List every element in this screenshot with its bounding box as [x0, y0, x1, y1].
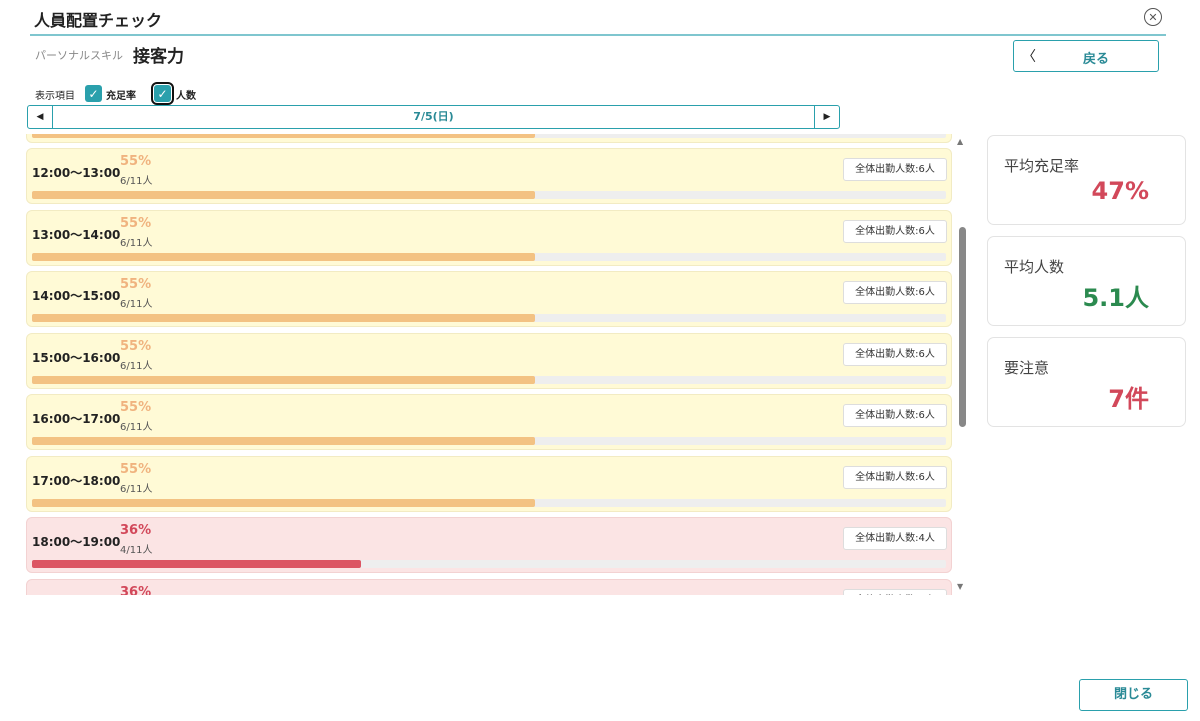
slot-headcount: 4/11人 [120, 545, 153, 556]
scroll-down-arrow-icon[interactable]: ▼ [957, 582, 963, 591]
slot-time: 17:00〜18:00 [32, 473, 121, 488]
total-attendance-badge[interactable]: 全体出勤人数:4人 [843, 527, 947, 550]
time-slot-row[interactable]: 12:00〜13:00 55% 6/11人 全体出勤人数:6人 [26, 148, 952, 204]
fill-progress-track [32, 375, 946, 384]
next-day-button[interactable]: ▶ [814, 105, 840, 129]
time-slot-row[interactable]: 15:00〜16:00 55% 6/11人 全体出勤人数:6人 [26, 332, 952, 389]
total-attendance-badge[interactable]: 全体出勤人数:6人 [843, 219, 947, 243]
scrollbar-thumb[interactable] [959, 227, 966, 427]
prev-day-button[interactable]: ◀ [27, 105, 53, 129]
total-attendance-badge[interactable]: 全体出勤人数:6人 [843, 281, 947, 304]
time-slot-row[interactable]: 17:00〜18:00 55% 6/11人 全体出勤人数:6人 [26, 455, 952, 512]
total-attendance-badge[interactable]: 全体出勤人数:6人 [843, 465, 947, 489]
close-circle-icon[interactable]: ✕ [1144, 8, 1162, 26]
fill-progress-track [32, 560, 946, 568]
date-navigator: ◀ 7/5(日) ▶ [27, 105, 840, 129]
slot-fill-rate: 55% [120, 461, 152, 477]
fill-progress-bar [32, 252, 535, 261]
time-slot-row[interactable]: 13:00〜14:00 55% 6/11人 全体出勤人数:6人 [26, 209, 952, 266]
time-slot-row[interactable]: 14:00〜15:00 55% 6/11人 全体出勤人数:6人 [26, 271, 952, 327]
stat-label: 平均充足率 [1004, 157, 1080, 175]
stat-value: 47% [1091, 177, 1149, 205]
stat-value: 7件 [1108, 385, 1149, 413]
fill-progress-bar [32, 314, 535, 322]
slot-fill-rate: 55% [120, 277, 152, 292]
total-attendance-badge[interactable]: 全体出勤人数:6人 [843, 342, 947, 366]
slot-fill-rate: 36% [120, 523, 152, 538]
stat-card-attention-needed: 要注意 7件 [987, 337, 1186, 427]
time-slot-list[interactable]: 12:00〜13:00 55% 6/11人 全体出勤人数:6人 13:00〜14:00 5… [26, 134, 952, 595]
slot-time: 14:00〜15:00 [32, 289, 121, 303]
slot-fill-rate: 55% [120, 154, 152, 169]
slot-headcount: 6/11人 [120, 360, 153, 372]
fill-progress-bar [32, 191, 535, 199]
time-slot-row[interactable]: 19:00〜20:0036%4/11人全体出勤人数:4人 [26, 578, 952, 596]
slot-fill-rate: 55% [120, 338, 152, 354]
slot-headcount: 6/11人 [120, 422, 153, 433]
slot-time: 12:00〜13:00 [32, 166, 121, 180]
back-button[interactable]: 〈 戻る [1013, 40, 1159, 72]
slot-fill-rate: 36% [120, 584, 152, 596]
slot-time: 18:00〜19:00 [32, 535, 121, 549]
slot-time: 19:00〜20:00 [32, 595, 120, 596]
fill-progress-track [32, 134, 946, 138]
total-attendance-badge[interactable]: 全体出勤人数:6人 [843, 404, 947, 427]
fill-rate-checkbox-label[interactable]: 充足率 [106, 87, 136, 102]
headcount-checkbox[interactable]: ✓ [151, 82, 174, 105]
fill-progress-track [32, 314, 946, 322]
fill-progress-bar [32, 498, 535, 507]
fill-progress-track [32, 437, 946, 445]
display-items-label: 表示項目 [35, 91, 75, 102]
skill-caption: パーソナルスキル [35, 49, 123, 62]
time-slot-row[interactable]: 18:00〜19:00 36% 4/11人 全体出勤人数:4人 [26, 517, 952, 573]
slot-headcount: 6/11人 [120, 176, 153, 187]
time-slot-row[interactable] [26, 134, 952, 143]
current-date: 7/5(日) [53, 105, 814, 129]
headcount-checkbox-label[interactable]: 人数 [176, 87, 196, 102]
stat-value: 5.1人 [1082, 284, 1149, 312]
triangle-left-icon: ◀ [36, 112, 44, 122]
fill-progress-bar [32, 560, 362, 568]
back-button-label: 戻る [1082, 52, 1109, 67]
stat-label: 平均人数 [1004, 258, 1065, 276]
time-slot-row[interactable]: 16:00〜17:00 55% 6/11人 全体出勤人数:6人 [26, 394, 952, 450]
skill-name: 接客力 [133, 47, 184, 67]
total-attendance-badge[interactable]: 全体出勤人数:6人 [843, 158, 947, 181]
stat-label: 要注意 [1004, 359, 1050, 377]
slot-headcount: 6/11人 [120, 483, 153, 495]
fill-progress-bar [32, 437, 535, 445]
slot-fill-rate: 55% [120, 400, 152, 415]
fill-progress-bar [32, 134, 535, 138]
slot-headcount: 6/11人 [120, 299, 153, 310]
slot-time: 15:00〜16:00 [32, 350, 121, 365]
slot-time: 16:00〜17:00 [32, 412, 121, 426]
dialog-title: 人員配置チェック [34, 11, 163, 30]
fill-rate-checkbox[interactable]: ✓ [85, 85, 102, 102]
stat-card-average-fill-rate: 平均充足率 47% [987, 135, 1186, 225]
fill-progress-track [32, 191, 946, 199]
fill-progress-bar [32, 375, 535, 384]
close-button[interactable]: 閉じる [1079, 679, 1188, 711]
title-divider [30, 34, 1166, 36]
scroll-up-arrow-icon[interactable]: ▲ [957, 137, 963, 146]
triangle-right-icon: ▶ [823, 112, 831, 122]
fill-progress-track [32, 252, 946, 261]
total-attendance-badge[interactable]: 全体出勤人数:4人 [843, 588, 947, 595]
slot-headcount: 6/11人 [120, 237, 153, 249]
slot-time: 13:00〜14:00 [32, 227, 121, 242]
slot-fill-rate: 55% [120, 215, 152, 231]
stat-card-average-headcount: 平均人数 5.1人 [987, 236, 1186, 326]
fill-progress-track [32, 498, 946, 507]
